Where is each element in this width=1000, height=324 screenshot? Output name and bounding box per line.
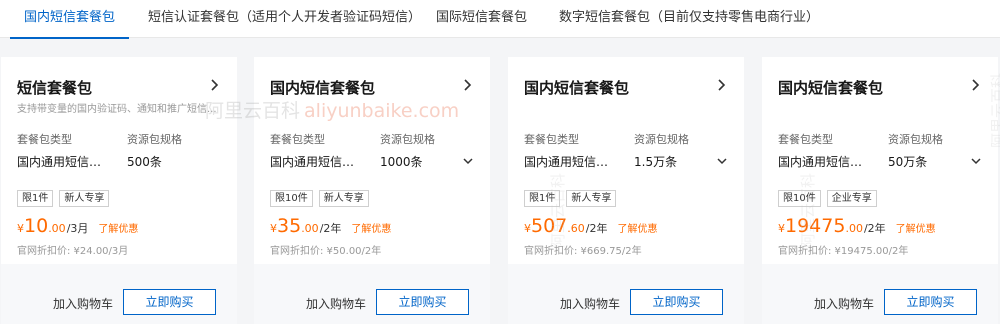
chevron-right-icon[interactable] [460,78,474,92]
chevron-right-icon[interactable] [207,78,221,92]
add-to-cart-button[interactable]: 加入购物车 [814,295,874,312]
card-body: 国内短信套餐包 套餐包类型 资源包规格 国内通用短信套餐包 1.5万条 限1件 … [508,57,744,264]
price-decimal: .60 [567,222,585,235]
add-to-cart-button[interactable]: 加入购物车 [560,295,620,312]
card-actions: 加入购物车 立即购买 [508,264,744,324]
chevron-down-icon[interactable] [716,155,728,167]
price-unit: /2年 [863,222,886,235]
price: ¥ 35 .00 /2年 了解优惠 [270,215,391,237]
currency-symbol: ¥ [17,222,24,235]
package-card: 国内短信套餐包 套餐包类型 资源包规格 国内通用短信套餐包 50万条 限10件 … [762,57,998,324]
card-title[interactable]: 国内短信套餐包 [778,77,883,98]
original-price: 官网折扣价: ¥19475.00/2年 [778,246,909,257]
tag-list: 限10件 新人专享 [270,190,369,207]
price-integer: 507 [531,215,568,237]
card-title[interactable]: 短信套餐包 [17,77,92,98]
tag-list: 限1件 新人专享 [17,190,110,207]
currency-symbol: ¥ [778,222,785,235]
package-spec-value: 500条 [127,155,162,169]
tab-sms-auth[interactable]: 短信认证套餐包（适用个人开发者验证码短信） [148,0,421,38]
price-decimal: .00 [301,222,319,235]
package-card: 国内短信套餐包 套餐包类型 资源包规格 国内通用短信套餐包 1.5万条 限1件 … [508,57,744,324]
learn-discount-link[interactable]: 了解优惠 [896,220,936,235]
price-decimal: .00 [48,222,66,235]
limit-tag: 限10件 [270,190,313,207]
tab-international-sms[interactable]: 国际短信套餐包 [436,0,527,38]
chevron-down-icon[interactable] [970,155,982,167]
package-type-value[interactable]: 国内通用短信套餐包 [778,153,874,170]
card-title[interactable]: 国内短信套餐包 [270,77,375,98]
package-spec-label: 资源包规格 [888,133,943,146]
price-decimal: .00 [845,222,863,235]
buy-now-button[interactable]: 立即购买 [630,289,723,315]
price: ¥ 507 .60 /2年 了解优惠 [524,215,657,237]
package-type-label: 套餐包类型 [524,133,579,146]
card-body: 国内短信套餐包 套餐包类型 资源包规格 国内通用短信套餐包 1000条 限10件… [254,57,490,264]
learn-discount-link[interactable]: 了解优惠 [351,220,391,235]
card-body: 国内短信套餐包 套餐包类型 资源包规格 国内通用短信套餐包 50万条 限10件 … [762,57,998,264]
package-type-value[interactable]: 国内通用短信套餐包 [270,153,366,170]
add-to-cart-button[interactable]: 加入购物车 [306,295,366,312]
exclusive-tag: 企业专享 [826,190,877,207]
buy-now-button[interactable]: 立即购买 [884,289,977,315]
price: ¥ 10 .00 /3月 了解优惠 [17,215,138,237]
product-tabs: 国内短信套餐包 短信认证套餐包（适用个人开发者验证码短信） 国际短信套餐包 数字… [0,0,1000,39]
package-type-value[interactable]: 国内通用短信套餐包 [524,153,620,170]
tab-domestic-sms[interactable]: 国内短信套餐包 [9,0,130,39]
price: ¥ 19475 .00 /2年 了解优惠 [778,215,936,237]
package-card: 国内短信套餐包 套餐包类型 资源包规格 国内通用短信套餐包 1000条 限10件… [254,57,490,324]
card-description: 支持带变量的国内验证码、通知和推广短信... [17,104,217,115]
package-spec-label: 资源包规格 [634,133,689,146]
card-title[interactable]: 国内短信套餐包 [524,77,629,98]
buy-now-button[interactable]: 立即购买 [376,289,469,315]
tag-list: 限10件 企业专享 [778,190,877,207]
package-type-value: 国内通用短信套餐包 [17,155,113,169]
package-card: 短信套餐包 支持带变量的国内验证码、通知和推广短信... 套餐包类型 资源包规格… [1,57,237,324]
exclusive-tag: 新人专享 [318,190,369,207]
buy-now-button[interactable]: 立即购买 [123,289,216,315]
original-price: 官网折扣价: ¥24.00/3月 [17,246,129,257]
currency-symbol: ¥ [270,222,277,235]
limit-tag: 限10件 [778,190,821,207]
chevron-down-icon[interactable] [462,155,474,167]
exclusive-tag: 新人专享 [566,190,617,207]
original-price: 官网折扣价: ¥669.75/2年 [524,246,642,257]
card-actions: 加入购物车 立即购买 [762,264,998,324]
package-spec-select[interactable]: 1.5万条 [634,153,677,170]
price-unit: /2年 [585,222,608,235]
package-type-label: 套餐包类型 [17,133,72,146]
chevron-right-icon[interactable] [968,78,982,92]
package-spec-label: 资源包规格 [380,133,435,146]
learn-discount-link[interactable]: 了解优惠 [617,220,657,235]
package-type-label: 套餐包类型 [778,133,833,146]
card-actions: 加入购物车 立即购买 [1,264,237,324]
card-body: 短信套餐包 支持带变量的国内验证码、通知和推广短信... 套餐包类型 资源包规格… [1,57,237,264]
price-unit: /2年 [319,222,342,235]
package-spec-label: 资源包规格 [127,133,182,146]
price-integer: 19475 [785,215,846,237]
package-spec-select[interactable]: 1000条 [380,153,423,170]
tab-digital-sms[interactable]: 数字短信套餐包（目前仅支持零售电商行业） [559,0,819,38]
price-integer: 10 [24,215,49,237]
limit-tag: 限1件 [524,190,561,207]
price-unit: /3月 [66,222,89,235]
learn-discount-link[interactable]: 了解优惠 [98,220,138,235]
chevron-right-icon[interactable] [714,78,728,92]
package-type-label: 套餐包类型 [270,133,325,146]
original-price: 官网折扣价: ¥50.00/2年 [270,246,382,257]
add-to-cart-button[interactable]: 加入购物车 [53,295,113,312]
card-actions: 加入购物车 立即购买 [254,264,490,324]
limit-tag: 限1件 [17,190,54,207]
exclusive-tag: 新人专享 [59,190,110,207]
package-spec-select[interactable]: 50万条 [888,153,927,170]
currency-symbol: ¥ [524,222,531,235]
price-integer: 35 [277,215,302,237]
tag-list: 限1件 新人专享 [524,190,617,207]
